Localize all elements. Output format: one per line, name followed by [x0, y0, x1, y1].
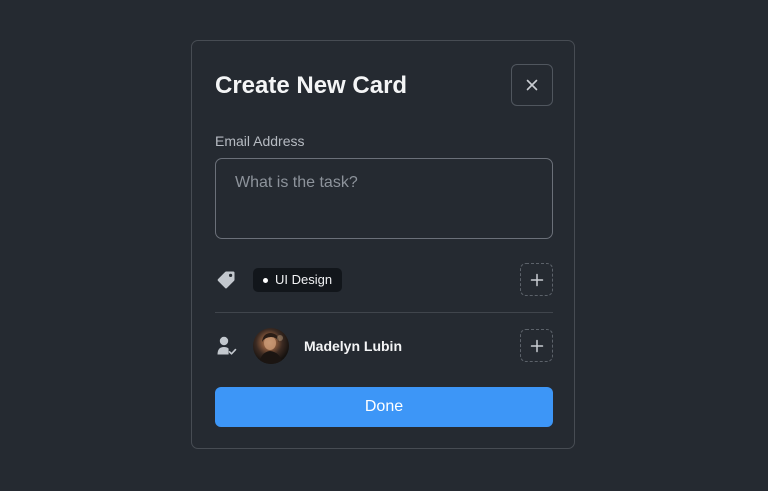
dialog-title: Create New Card — [215, 72, 408, 99]
tag-dot — [263, 277, 268, 283]
create-card-dialog: Create New Card Email Address UI Design — [191, 40, 575, 449]
task-input[interactable] — [215, 158, 553, 239]
user-check-icon — [216, 335, 238, 357]
tag-icon — [215, 269, 237, 291]
tag-label: UI Design — [275, 272, 333, 287]
tag-chip-ui-design[interactable]: UI Design — [253, 268, 343, 292]
divider — [215, 312, 553, 313]
close-icon — [526, 79, 538, 91]
close-button[interactable] — [511, 64, 553, 106]
task-field-label: Email Address — [215, 133, 305, 149]
done-button[interactable]: Done — [215, 387, 553, 427]
add-assignee-button[interactable] — [520, 329, 553, 362]
plus-icon — [530, 273, 543, 286]
avatar[interactable] — [253, 328, 289, 364]
plus-icon — [530, 339, 543, 352]
add-tag-button[interactable] — [520, 263, 553, 296]
assignee-name: Madelyn Lubin — [304, 338, 402, 354]
